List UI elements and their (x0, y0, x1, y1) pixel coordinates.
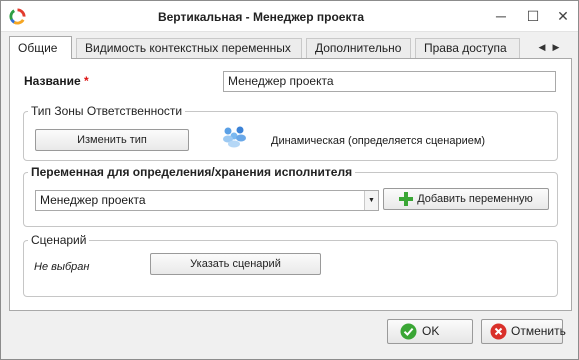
add-variable-label: Добавить переменную (417, 193, 533, 205)
ok-label: OK (422, 324, 440, 338)
scenario-group: Сценарий Не выбран Указать сценарий (23, 233, 558, 297)
zone-type-value: Динамическая (определяется сценарием) (271, 135, 486, 147)
tab-access-rights[interactable]: Права доступа (415, 38, 520, 58)
cancel-label: Отменить (511, 324, 566, 338)
change-type-button[interactable]: Изменить тип (35, 129, 189, 151)
tab-general[interactable]: Общие (9, 36, 72, 59)
tab-scroll-right-icon[interactable]: ▶ (550, 38, 562, 56)
add-variable-button[interactable]: Добавить переменную (383, 188, 549, 210)
cancel-button[interactable]: Отменить (481, 319, 566, 344)
variable-legend: Переменная для определения/хранения испо… (28, 165, 356, 179)
tab-panel-general: Название * Менеджер проекта Тип Зоны Отв… (9, 58, 572, 311)
scenario-status: Не выбран (34, 261, 90, 273)
dialog-window: Вертикальная - Менеджер проекта ─ ☐ ✕ Об… (0, 0, 579, 360)
maximize-button[interactable]: ☐ (521, 5, 545, 27)
zone-type-legend: Тип Зоны Ответственности (28, 104, 186, 118)
name-label: Название * (24, 74, 89, 88)
plus-icon (399, 192, 414, 207)
tab-strip: Общие Видимость контекстных переменных Д… (9, 36, 564, 59)
zone-type-group: Тип Зоны Ответственности Изменить тип Ди… (23, 104, 558, 161)
people-cluster-icon (223, 126, 246, 148)
cancel-circle-icon (490, 323, 507, 340)
close-button[interactable]: ✕ (551, 5, 575, 27)
window-title: Вертикальная - Менеджер проекта (157, 10, 365, 24)
variable-select[interactable]: Менеджер проекта ▼ (35, 190, 379, 211)
tab-context-variables-visibility[interactable]: Видимость контекстных переменных (76, 38, 302, 58)
name-input[interactable]: Менеджер проекта (223, 71, 556, 92)
tab-scroll-left-icon[interactable]: ◀ (536, 38, 548, 56)
minimize-button[interactable]: ─ (489, 5, 513, 27)
scenario-legend: Сценарий (28, 233, 90, 247)
chevron-down-icon[interactable]: ▼ (364, 191, 378, 210)
required-mark: * (84, 74, 89, 88)
tab-additional[interactable]: Дополнительно (306, 38, 411, 58)
variable-select-value: Менеджер проекта (40, 193, 146, 207)
check-circle-icon (400, 323, 417, 340)
variable-group: Переменная для определения/хранения испо… (23, 165, 558, 227)
name-label-text: Название (24, 74, 81, 88)
ok-button[interactable]: OK (387, 319, 473, 344)
set-scenario-button[interactable]: Указать сценарий (150, 253, 321, 275)
title-bar[interactable]: Вертикальная - Менеджер проекта ─ ☐ ✕ (1, 1, 578, 32)
